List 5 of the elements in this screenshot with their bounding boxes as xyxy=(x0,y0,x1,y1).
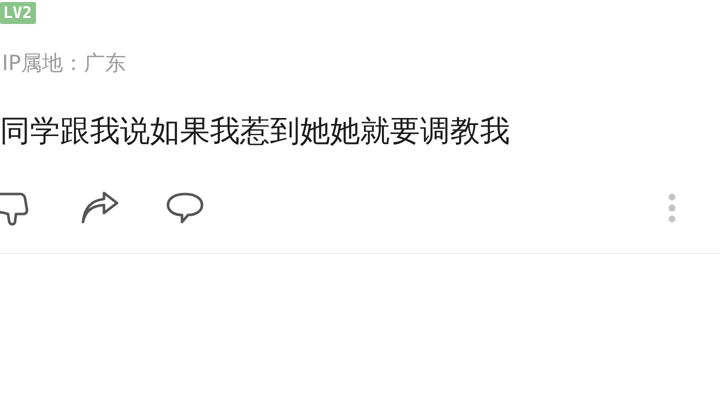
share-icon[interactable] xyxy=(80,191,120,225)
level-badge: LV2 xyxy=(0,2,36,24)
comment-text: 同学跟我说如果我惹到她她就要调教我 xyxy=(0,113,511,151)
comment-icon[interactable] xyxy=(165,191,205,225)
ip-location: IP属地：广东 xyxy=(1,50,127,77)
